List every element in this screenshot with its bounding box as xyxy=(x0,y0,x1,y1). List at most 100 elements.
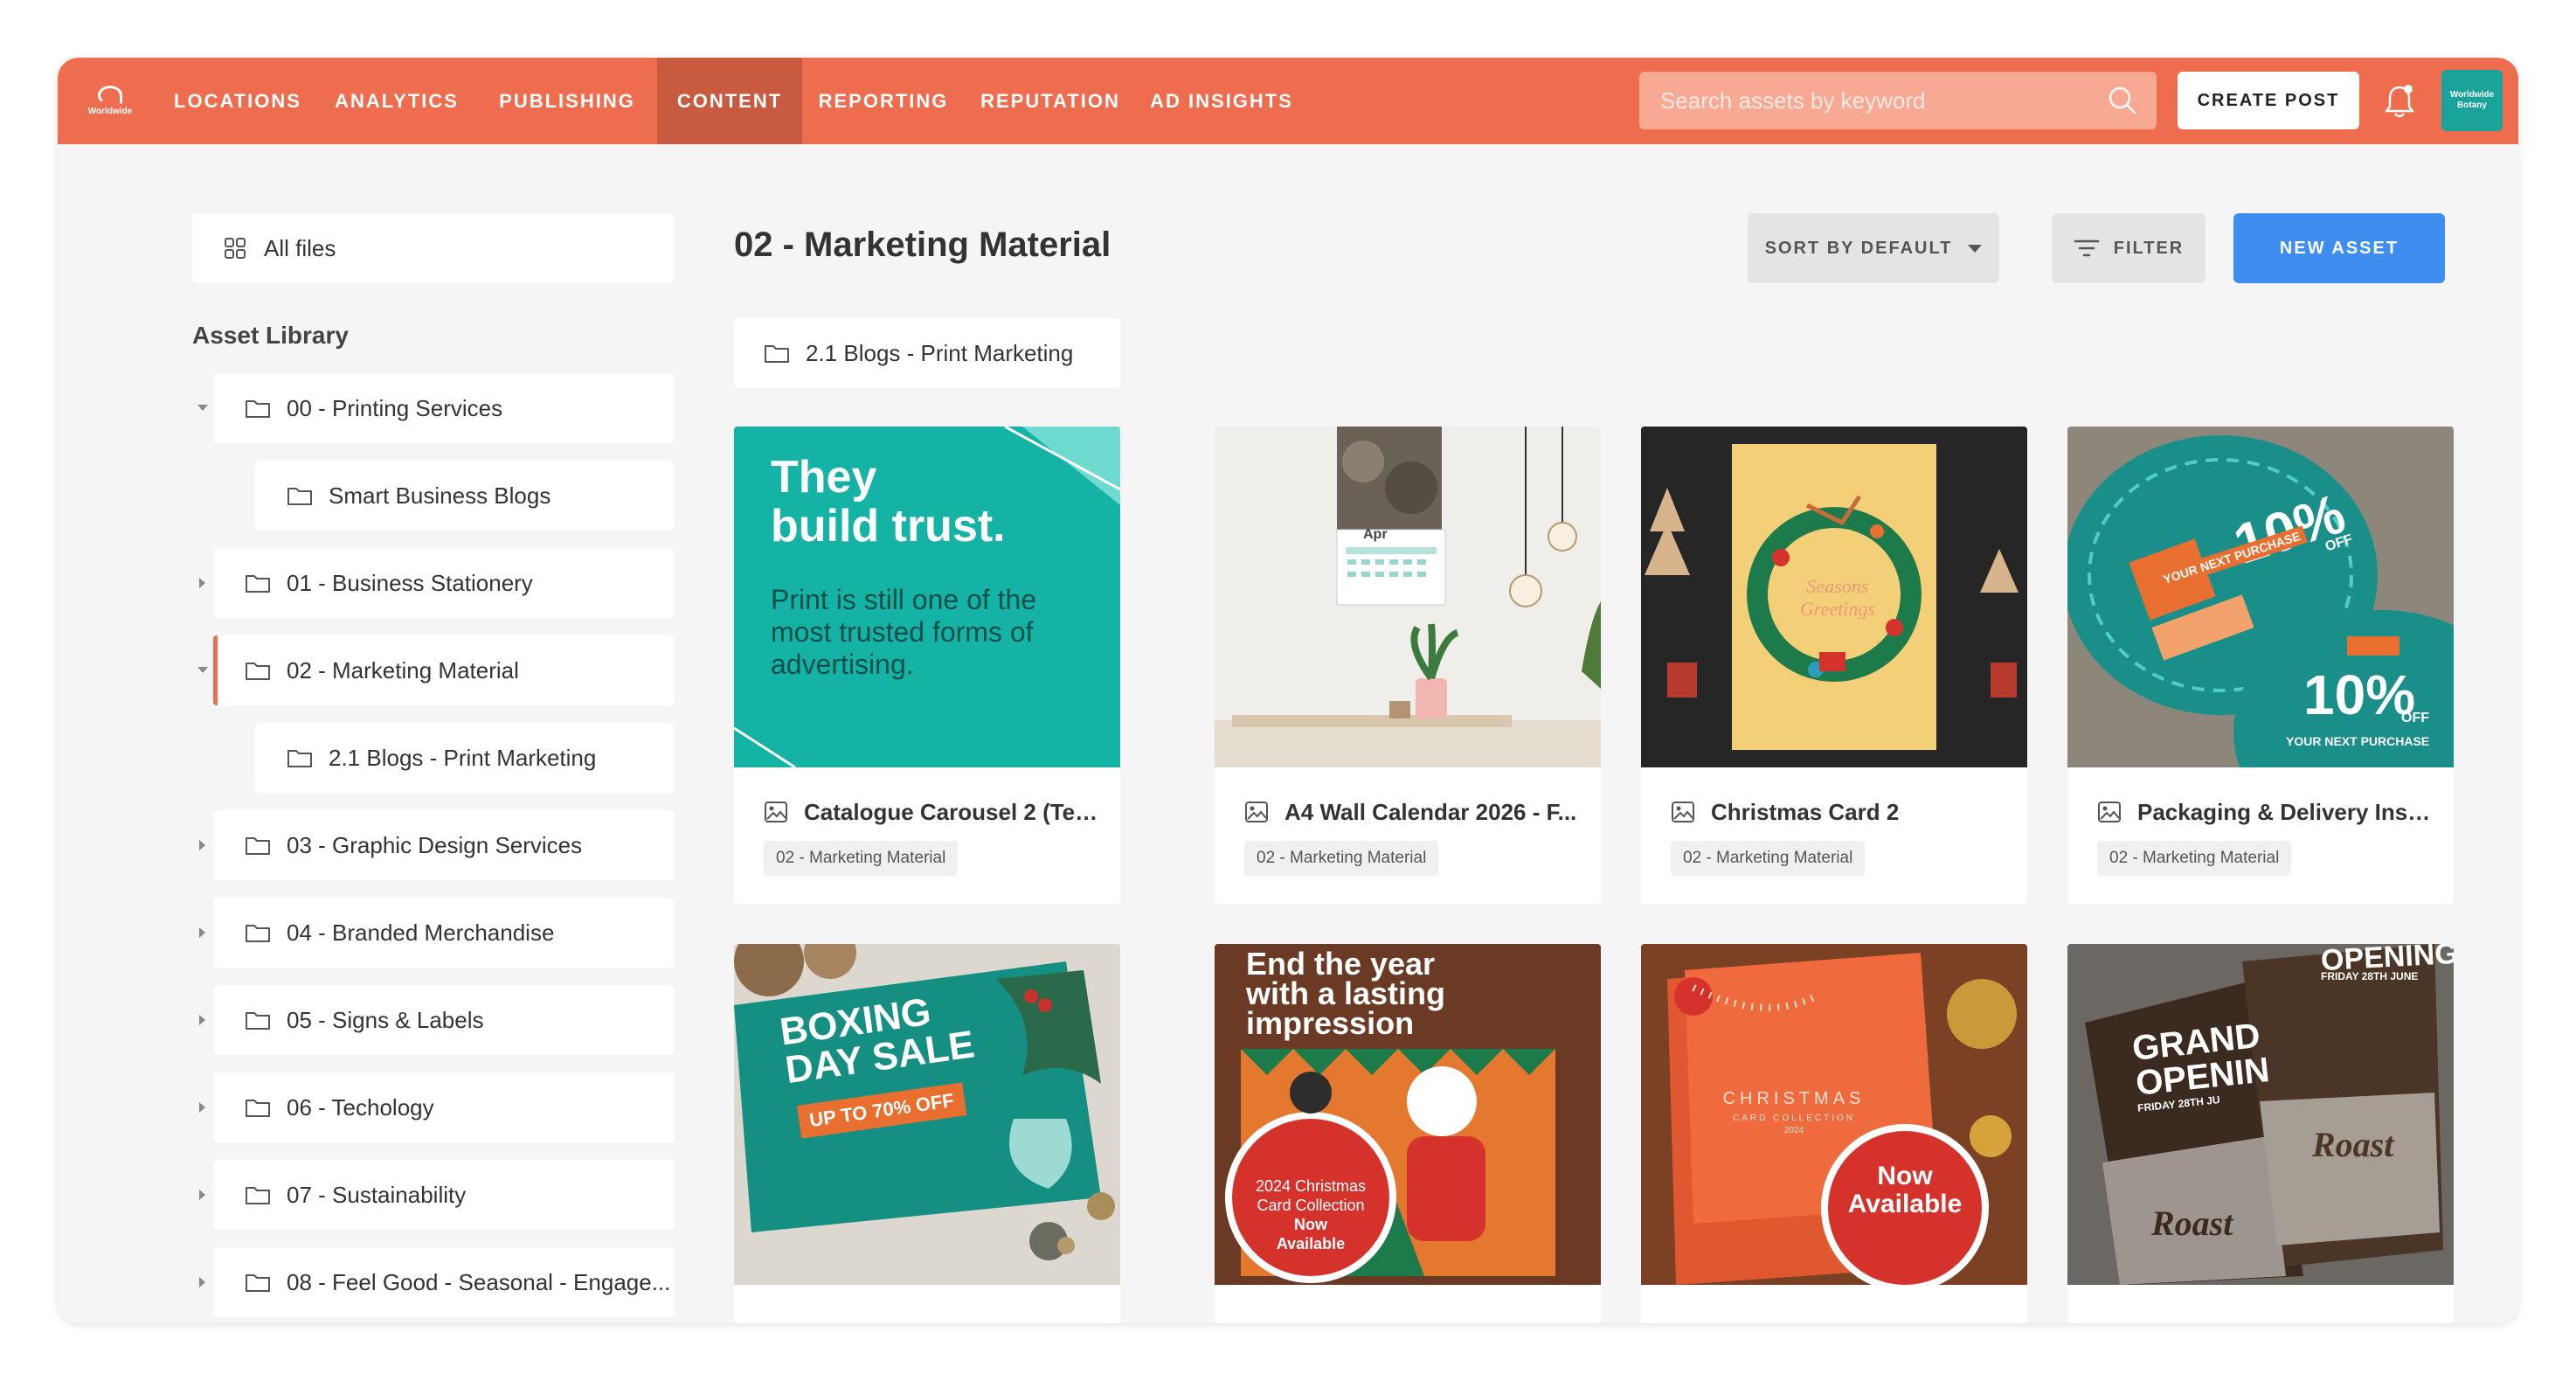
asset-card[interactable]: OPENING FRIDAY 28TH JUNE GRAND OPENIN FR… xyxy=(2067,944,2454,1323)
nav-analytics[interactable]: ANALYTICS xyxy=(316,58,477,144)
asset-title-text: Packaging & Delivery Inse... xyxy=(2137,799,2438,825)
folder-06-techology[interactable]: 06 - Techology xyxy=(213,1072,675,1142)
app-window: Worldwide LOCATIONS ANALYTICS PUBLISHING… xyxy=(58,58,2518,1323)
all-files-button[interactable]: All files xyxy=(192,213,675,283)
folder-label: 05 - Signs & Labels xyxy=(287,1006,484,1033)
folder-05-signs-labels[interactable]: 05 - Signs & Labels xyxy=(213,985,675,1055)
asset-card[interactable]: 10% OFF YOUR NEXT PURCHASE 10% OFF YOUR … xyxy=(2067,427,2454,904)
company-logo[interactable]: Worldwide xyxy=(82,79,138,122)
asset-title: Packaging & Delivery Inse... xyxy=(2097,799,2438,826)
nav-reporting[interactable]: REPORTING xyxy=(802,58,965,144)
asset-card[interactable]: Apr A4 Wall Calendar 2026 - F... 02 - Ma… xyxy=(1215,427,1601,904)
thumbnail-text: 2024 Christmas xyxy=(1255,1177,1367,1195)
nav-reputation[interactable]: REPUTATION xyxy=(965,58,1136,144)
page-title: 02 - Marketing Material xyxy=(734,226,1111,264)
folder-04-branded-merchandise[interactable]: 04 - Branded Merchandise xyxy=(213,898,675,968)
collapse-caret-icon[interactable] xyxy=(199,927,205,938)
christmas-collection-title: CHRISTMAS xyxy=(1722,1089,1866,1108)
folder-icon xyxy=(287,488,312,505)
thumbnail-text: Now xyxy=(1294,1216,1327,1233)
asset-thumbnail: End the year with a lasting impression 2… xyxy=(1215,944,1601,1285)
now-available-badge: Now Available xyxy=(1826,1162,1984,1218)
nav-ad-insights[interactable]: AD INSIGHTS xyxy=(1136,58,1307,144)
christmas-collection-sub: CARD COLLECTION xyxy=(1732,1114,1855,1123)
collapse-caret-icon[interactable] xyxy=(199,1102,205,1113)
folder-label: 01 - Business Stationery xyxy=(287,569,533,596)
collapse-caret-icon[interactable] xyxy=(199,1190,205,1200)
search-icon[interactable] xyxy=(2108,86,2137,115)
collapse-caret-icon[interactable] xyxy=(199,1277,205,1287)
collapse-caret-icon[interactable] xyxy=(199,840,205,850)
filter-button[interactable]: FILTER xyxy=(2052,213,2206,283)
folder-icon xyxy=(246,1274,270,1292)
folder-label: 08 - Feel Good - Seasonal - Engage... xyxy=(287,1268,671,1295)
folder-2-1-blogs-print-marketing[interactable]: 2.1 Blogs - Print Marketing xyxy=(255,723,675,793)
thumbnail-text: Card Collection xyxy=(1257,1197,1365,1214)
grid-icon xyxy=(225,238,246,259)
asset-card[interactable]: CHRISTMAS CARD COLLECTION 2024 Now Avail… xyxy=(1641,944,2027,1323)
folder-01-business-stationery[interactable]: 01 - Business Stationery xyxy=(213,548,675,618)
thumbnail-text: build trust. xyxy=(771,501,1006,552)
collapse-caret-icon[interactable] xyxy=(199,1015,205,1025)
thumbnail-text: Available xyxy=(1847,1190,1963,1218)
subfolder-label: 2.1 Blogs - Print Marketing xyxy=(806,339,1074,366)
folder-07-sustainability[interactable]: 07 - Sustainability xyxy=(213,1160,675,1230)
christmas-collection-year: 2024 xyxy=(1783,1126,1804,1135)
asset-title-text: Christmas Card 2 xyxy=(1711,799,1900,825)
search-box xyxy=(1639,72,2157,129)
folder-icon xyxy=(246,925,270,942)
folder-smart-business-blogs[interactable]: Smart Business Blogs xyxy=(255,461,675,531)
nav-locations[interactable]: LOCATIONS xyxy=(159,58,316,144)
expand-caret-icon[interactable] xyxy=(197,667,208,673)
asset-title-text: Catalogue Carousel 2 (Text... xyxy=(804,799,1104,825)
folder-tag: 02 - Marketing Material xyxy=(764,841,959,876)
all-files-label: All files xyxy=(264,234,336,261)
folder-icon xyxy=(246,575,270,593)
folder-03-graphic-design-services[interactable]: 03 - Graphic Design Services xyxy=(213,810,675,880)
asset-thumbnail: CHRISTMAS CARD COLLECTION 2024 Now Avail… xyxy=(1641,944,2027,1285)
folder-08-feel-good-seasonal[interactable]: 08 - Feel Good - Seasonal - Engage... xyxy=(213,1247,675,1317)
asset-card[interactable]: End the year with a lasting impression 2… xyxy=(1215,944,1601,1323)
image-icon xyxy=(765,802,787,822)
thumbnail-body: Print is still one of the most trusted f… xyxy=(771,584,1037,680)
create-post-button[interactable]: CREATE POST xyxy=(2178,72,2359,129)
folder-00-printing-services[interactable]: 00 - Printing Services xyxy=(213,373,675,443)
coupon-subtitle-2: YOUR NEXT PURCHASE xyxy=(2286,734,2430,748)
card-greeting: Seasons Greetings xyxy=(1800,575,1875,620)
thumbnail-text: They xyxy=(771,452,877,503)
asset-title-text: A4 Wall Calendar 2026 - F... xyxy=(1285,799,1577,825)
nav-content[interactable]: CONTENT xyxy=(657,58,802,144)
asset-title: A4 Wall Calendar 2026 - F... xyxy=(1244,799,1585,826)
account-avatar[interactable]: Worldwide Botany xyxy=(2441,70,2503,131)
image-icon xyxy=(2098,802,2121,822)
thumbnail-headline: They build trust. xyxy=(771,453,1006,551)
subfolder-tile[interactable]: 2.1 Blogs - Print Marketing xyxy=(734,318,1120,388)
opening-date: FRIDAY 28TH JUNE xyxy=(2321,970,2419,982)
thumbnail-text: impression xyxy=(1246,1005,1415,1041)
sort-dropdown[interactable]: SORT BY DEFAULT xyxy=(1748,213,1999,283)
folder-02-marketing-material[interactable]: 02 - Marketing Material xyxy=(213,635,675,705)
folder-label: 2.1 Blogs - Print Marketing xyxy=(329,744,597,771)
asset-thumbnail: Seasons Greetings xyxy=(1641,427,2027,767)
asset-card[interactable]: They build trust. Print is still one of … xyxy=(734,427,1120,904)
asset-card[interactable]: BOXING DAY SALE UP TO 70% OFF xyxy=(734,944,1120,1323)
coupon-discount-2: 10% xyxy=(2303,663,2416,726)
image-icon xyxy=(1672,802,1694,822)
folder-icon xyxy=(246,1100,270,1117)
nav-publishing[interactable]: PUBLISHING xyxy=(477,58,657,144)
chevron-down-icon xyxy=(1968,244,1983,253)
expand-caret-icon[interactable] xyxy=(197,405,208,411)
asset-library-heading: Asset Library xyxy=(192,322,349,349)
end-year-headline: End the year with a lasting impression xyxy=(1246,946,1445,1041)
notification-bell-icon[interactable] xyxy=(2382,82,2417,121)
asset-card[interactable]: Seasons Greetings Christmas Card 2 02 - … xyxy=(1641,427,2027,904)
folder-icon xyxy=(287,750,312,767)
folder-icon xyxy=(246,400,270,418)
top-navigation: Worldwide LOCATIONS ANALYTICS PUBLISHING… xyxy=(58,58,2518,144)
thumbnail-text: End the year xyxy=(1246,946,1436,982)
new-asset-button[interactable]: NEW ASSET xyxy=(2233,213,2445,283)
folder-icon xyxy=(246,1187,270,1204)
folder-label: Smart Business Blogs xyxy=(329,482,551,509)
collapse-caret-icon[interactable] xyxy=(199,578,205,588)
search-input[interactable] xyxy=(1660,87,2097,114)
